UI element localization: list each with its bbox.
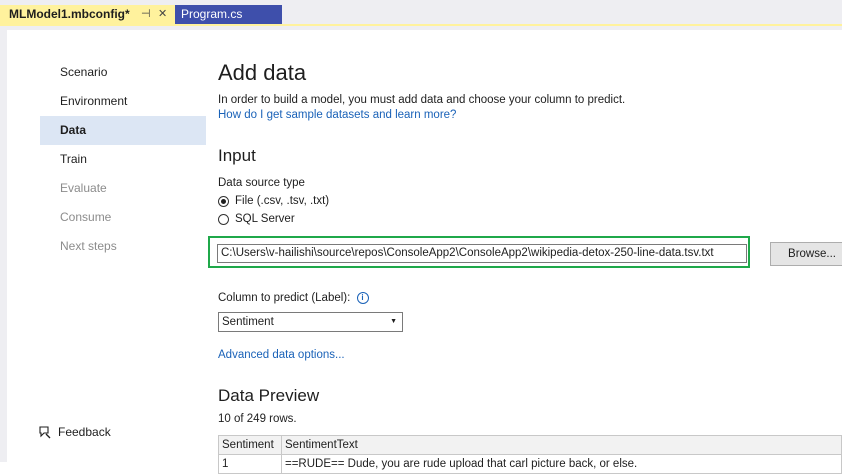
tab-mlmodel-mbconfig[interactable]: MLModel1.mbconfig* ⊣ ✕ — [0, 5, 175, 24]
info-icon[interactable]: i — [356, 292, 369, 304]
page-description: In order to build a model, you must add … — [218, 94, 626, 106]
radio-sql-server[interactable]: SQL Server — [218, 213, 295, 225]
tab-label: MLModel1.mbconfig* — [9, 7, 130, 21]
nav-item-environment[interactable]: Environment — [40, 87, 206, 116]
tab-program-cs[interactable]: Program.cs — [175, 5, 282, 24]
radio-button[interactable] — [218, 213, 229, 225]
radio-file[interactable]: File (.csv, .tsv, .txt) — [218, 195, 329, 207]
advanced-data-options-link[interactable]: Advanced data options... — [218, 349, 345, 361]
pin-icon[interactable]: ⊣ — [141, 5, 151, 24]
data-source-label: Data source type — [218, 177, 305, 189]
file-path-input[interactable]: C:\Users\v-hailishi\source\repos\Console… — [217, 244, 747, 263]
radio-button-checked[interactable] — [218, 195, 229, 207]
sample-datasets-link[interactable]: How do I get sample datasets and learn m… — [218, 109, 456, 121]
data-preview-heading: Data Preview — [218, 386, 320, 405]
chevron-down-icon: ▼ — [390, 318, 397, 325]
column-select-value: Sentiment — [222, 316, 274, 328]
nav-item-train[interactable]: Train — [40, 145, 206, 174]
feedback-icon — [39, 426, 51, 439]
radio-sql-label: SQL Server — [235, 213, 295, 225]
column-header[interactable]: Sentiment — [218, 435, 282, 455]
tab-label: Program.cs — [181, 7, 243, 21]
column-to-predict-label: Column to predict (Label): i — [218, 292, 369, 304]
table-header-row: Sentiment SentimentText — [218, 435, 842, 455]
wizard-nav: Scenario Environment Data Train Evaluate… — [40, 58, 206, 261]
close-icon[interactable]: ✕ — [158, 5, 167, 24]
table-cell: ==RUDE== Dude, you are rude upload that … — [281, 454, 842, 474]
nav-item-scenario[interactable]: Scenario — [40, 58, 206, 87]
input-heading: Input — [218, 146, 256, 165]
left-border — [0, 30, 7, 462]
radio-file-label: File (.csv, .tsv, .txt) — [235, 195, 330, 207]
nav-item-next-steps: Next steps — [60, 239, 117, 253]
feedback-label: Feedback — [58, 425, 111, 439]
page-title: Add data — [218, 60, 307, 85]
feedback-button[interactable]: Feedback — [38, 425, 111, 439]
data-preview-table: Sentiment SentimentText 1 ==RUDE== Dude,… — [218, 435, 842, 474]
table-cell: 1 — [218, 454, 282, 474]
column-header[interactable]: SentimentText — [281, 435, 842, 455]
column-select[interactable]: Sentiment ▼ — [218, 312, 403, 332]
tab-underline — [0, 24, 842, 26]
table-row: 1 ==RUDE== Dude, you are rude upload tha… — [218, 454, 842, 474]
nav-item-evaluate: Evaluate — [60, 181, 107, 195]
nav-item-consume: Consume — [60, 210, 112, 224]
rows-count: 10 of 249 rows. — [218, 413, 297, 425]
nav-item-data[interactable]: Data — [40, 116, 206, 145]
document-tabstrip: MLModel1.mbconfig* ⊣ ✕ Program.cs — [0, 0, 842, 30]
column-label-text: Column to predict (Label): — [218, 292, 351, 305]
browse-button[interactable]: Browse... — [770, 242, 842, 266]
